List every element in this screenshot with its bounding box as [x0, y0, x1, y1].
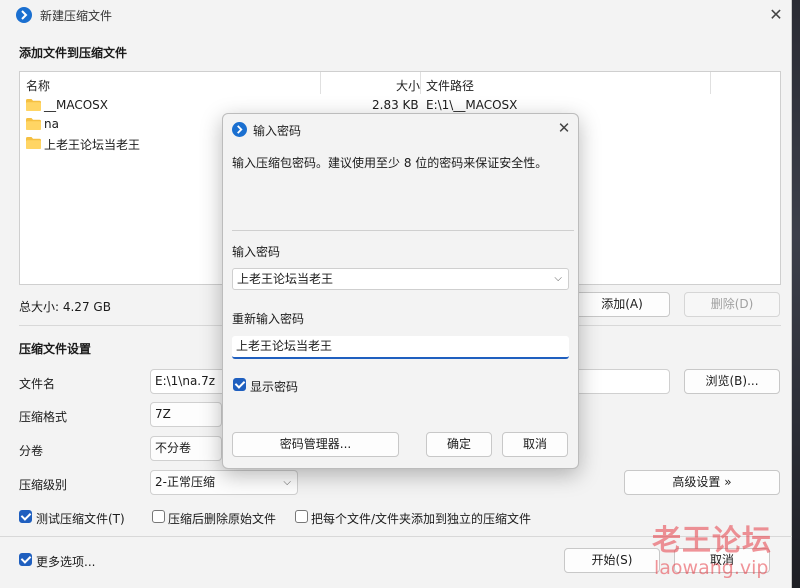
- files-section-title: 添加文件到压缩文件: [19, 46, 128, 60]
- level-select[interactable]: 2-正常压缩 ⌵: [150, 470, 298, 495]
- password-dialog: 输入密码 ✕ 输入压缩包密码。建议使用至少 8 位的密码来保证安全性。 输入密码…: [222, 113, 579, 469]
- test-archive-label[interactable]: 测试压缩文件(T): [36, 510, 125, 527]
- watermark-url: laowang.vip: [654, 557, 769, 579]
- show-password-label[interactable]: 显示密码: [250, 378, 298, 395]
- title-bar: 新建压缩文件 ✕: [0, 0, 792, 30]
- app-logo-icon: [16, 7, 32, 23]
- advanced-settings-button[interactable]: 高级设置 »: [624, 470, 780, 495]
- close-icon[interactable]: ✕: [764, 4, 788, 26]
- start-button[interactable]: 开始(S): [564, 548, 660, 573]
- browse-button[interactable]: 浏览(B)...: [684, 369, 780, 394]
- split-value: 不分卷: [155, 441, 192, 455]
- level-label: 压缩级别: [19, 478, 68, 492]
- format-label: 压缩格式: [19, 410, 68, 424]
- repeat-password-label: 重新输入密码: [232, 312, 305, 326]
- add-button[interactable]: 添加(A): [574, 292, 670, 317]
- total-size: 总大小: 4.27 GB: [19, 300, 111, 314]
- password-manager-button[interactable]: 密码管理器...: [232, 432, 399, 457]
- filename-label: 文件名: [19, 377, 56, 391]
- file-name: __MACOSX: [44, 98, 109, 112]
- column-path[interactable]: 文件路径: [426, 77, 474, 94]
- password-value: 上老王论坛当老王: [237, 272, 334, 286]
- dialog-title: 输入密码: [253, 124, 302, 138]
- delete-after-checkbox[interactable]: [152, 510, 165, 523]
- separate-archives-checkbox[interactable]: [295, 510, 308, 523]
- delete-after-label[interactable]: 压缩后删除原始文件: [168, 510, 276, 527]
- divider: [232, 230, 574, 231]
- dialog-cancel-button[interactable]: 取消: [502, 432, 568, 457]
- chevron-down-icon: ⌵: [283, 477, 291, 488]
- settings-section-title: 压缩文件设置: [19, 342, 92, 356]
- list-header: 名称 大小 文件路径: [20, 72, 780, 94]
- repeat-password-field[interactable]: 上老王论坛当老王: [232, 336, 569, 359]
- more-options-label[interactable]: 更多选项...: [36, 553, 95, 570]
- format-value: 7Z: [155, 407, 171, 421]
- column-divider: [320, 72, 321, 94]
- file-size: 2.83 KB: [372, 98, 419, 112]
- folder-icon: [26, 137, 41, 149]
- app-logo-icon: [232, 122, 247, 137]
- column-name[interactable]: 名称: [26, 77, 50, 94]
- file-name: 上老王论坛当老王: [44, 138, 141, 152]
- format-select[interactable]: 7Z: [150, 402, 222, 427]
- more-options-checkbox[interactable]: [19, 553, 32, 566]
- test-archive-checkbox[interactable]: [19, 510, 32, 523]
- delete-button[interactable]: 删除(D): [684, 292, 780, 317]
- folder-icon: [26, 118, 41, 130]
- folder-icon: [26, 99, 41, 111]
- dialog-description: 输入压缩包密码。建议使用至少 8 位的密码来保证安全性。: [232, 156, 548, 170]
- ok-button[interactable]: 确定: [426, 432, 492, 457]
- close-icon[interactable]: ✕: [553, 118, 575, 138]
- show-password-checkbox[interactable]: [233, 378, 246, 391]
- file-name: na: [44, 117, 59, 131]
- column-divider: [420, 72, 421, 94]
- watermark-text: 老王论坛: [652, 523, 773, 557]
- password-field[interactable]: 上老王论坛当老王 ⌵: [232, 268, 569, 290]
- column-divider: [710, 72, 711, 94]
- separate-archives-label[interactable]: 把每个文件/文件夹添加到独立的压缩文件: [311, 510, 531, 527]
- split-select[interactable]: 不分卷: [150, 436, 222, 461]
- file-path: E:\1\__MACOSX: [426, 98, 518, 112]
- window-title: 新建压缩文件: [40, 9, 113, 23]
- chevron-down-icon[interactable]: ⌵: [554, 269, 562, 289]
- password-label: 输入密码: [232, 245, 281, 259]
- column-size[interactable]: 大小: [396, 77, 420, 94]
- split-label: 分卷: [19, 444, 44, 458]
- level-value: 2-正常压缩: [155, 475, 215, 489]
